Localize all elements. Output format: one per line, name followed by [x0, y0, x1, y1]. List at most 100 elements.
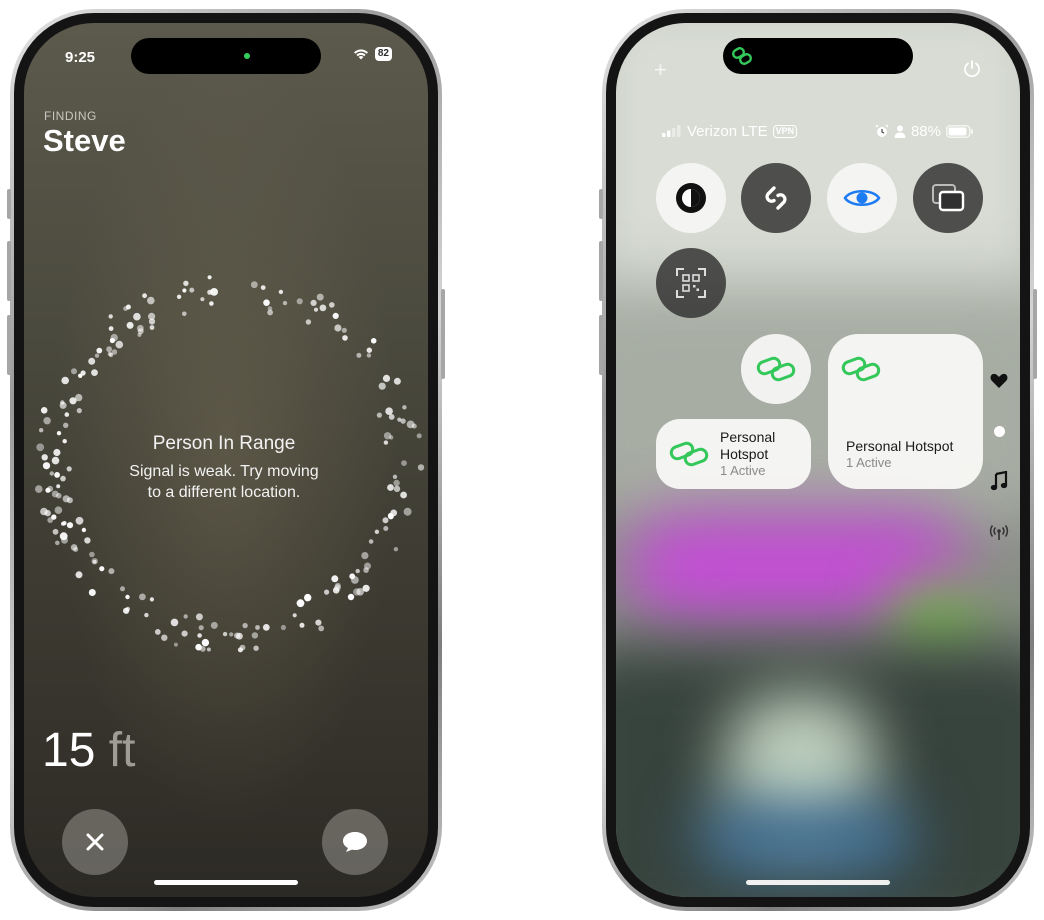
signal-particle [318, 625, 325, 632]
signal-particle [370, 338, 377, 344]
signal-particle [99, 566, 105, 572]
heart-icon[interactable] [990, 373, 1008, 389]
shazam-icon [765, 186, 787, 210]
hotspot-tile-large[interactable]: Personal Hotspot 1 Active [828, 334, 983, 489]
signal-particle [349, 573, 356, 580]
phone-left: 9:25 82 FINDING Steve Person In Range Si… [7, 9, 445, 911]
signal-particle [250, 281, 258, 289]
signal-particle [123, 607, 130, 614]
home-indicator[interactable] [746, 880, 890, 885]
screen-mirroring-button[interactable] [913, 163, 983, 233]
dark-mode-button[interactable] [656, 163, 726, 233]
signal-particle [296, 298, 303, 305]
message-bubble-icon [343, 832, 367, 852]
signal-particle [197, 633, 202, 638]
signal-particle [393, 547, 399, 552]
signal-particle [207, 275, 212, 280]
signal-particle [142, 293, 147, 299]
antenna-icon[interactable] [989, 525, 1009, 541]
signal-particle [66, 522, 74, 529]
signal-particle [376, 412, 382, 418]
signal-particle [334, 324, 342, 332]
signal-particle [361, 552, 369, 560]
signal-particle [402, 405, 407, 410]
signal-particle [107, 351, 112, 356]
signal-particle [61, 536, 68, 544]
signal-particle [383, 526, 389, 531]
shazam-button[interactable] [741, 163, 811, 233]
control-center-page-indicators [988, 373, 1010, 541]
distance-value: 15 [42, 724, 96, 777]
signal-particle [385, 407, 393, 416]
signal-particle [262, 624, 270, 631]
signal-particle [282, 300, 288, 306]
camera-indicator-dot [244, 53, 250, 59]
signal-particle [305, 319, 312, 325]
signal-particle [88, 589, 96, 596]
signal-particle [147, 296, 155, 305]
signal-particle [362, 584, 370, 592]
distance-readout: 15 ft [42, 723, 135, 778]
signal-particle [137, 324, 144, 332]
distance-unit: ft [108, 724, 136, 777]
signal-particle [108, 326, 114, 331]
signal-particle [253, 645, 259, 651]
home-indicator[interactable] [154, 880, 298, 885]
volume-down-button [599, 315, 603, 375]
plus-icon[interactable]: + [654, 57, 667, 83]
range-status-line1: Signal is weak. Try moving [129, 463, 319, 480]
signal-particle [137, 332, 142, 337]
signal-particle [310, 299, 317, 306]
signal-particle [198, 625, 204, 631]
signal-particle [347, 593, 355, 601]
signal-particle [195, 613, 203, 621]
signal-particle [342, 335, 348, 341]
signal-particle [76, 408, 82, 414]
signal-particle [368, 539, 374, 544]
signal-particle [59, 401, 67, 409]
music-note-icon[interactable] [990, 471, 1008, 491]
hotspot-small-status: 1 Active [720, 463, 766, 478]
accessibility-eye-button[interactable] [827, 163, 897, 233]
power-icon[interactable] [962, 59, 982, 79]
signal-particle [341, 327, 347, 333]
signal-particle [123, 306, 128, 311]
signal-particle [126, 321, 134, 329]
signal-particle [54, 506, 63, 514]
code-scanner-button[interactable] [656, 248, 726, 318]
signal-particle [209, 301, 214, 306]
phone-right: + Verizon LTE VPN 88% Personal Hotspot 1… [599, 9, 1037, 911]
signal-particle [366, 353, 372, 358]
signal-particle [84, 537, 91, 544]
signal-particle [319, 304, 327, 312]
signal-particle [161, 634, 168, 641]
signal-particle [81, 527, 87, 533]
signal-particle [139, 593, 146, 601]
signal-particle [148, 312, 156, 320]
signal-particle [94, 353, 100, 358]
hotspot-large-name: Personal Hotspot [846, 438, 954, 454]
message-button[interactable] [322, 809, 388, 875]
signal-particle [206, 647, 211, 652]
range-status-title: Person In Range [152, 433, 296, 454]
signal-particle [71, 368, 77, 375]
range-status-line2: to a different location. [147, 484, 301, 501]
signal-particle [96, 347, 103, 354]
hotspot-link-icon [669, 441, 709, 467]
signal-particle [329, 302, 335, 308]
signal-particle [149, 325, 155, 330]
signal-particle [108, 314, 113, 319]
hotspot-tile-small[interactable]: Personal Hotspot 1 Active [656, 419, 811, 489]
signal-particle [183, 280, 189, 286]
signal-particle [64, 412, 70, 417]
close-button[interactable] [62, 809, 128, 875]
power-side-button [1033, 289, 1037, 379]
signal-particle [382, 517, 389, 524]
find-my-screen: 9:25 82 FINDING Steve Person In Range Si… [24, 23, 428, 897]
signal-particle [356, 352, 362, 358]
vpn-badge: VPN [772, 124, 798, 138]
hotspot-toggle-button[interactable] [741, 334, 811, 404]
dynamic-island [131, 38, 321, 74]
signal-particle [267, 309, 273, 316]
dot-icon[interactable] [993, 426, 1005, 437]
